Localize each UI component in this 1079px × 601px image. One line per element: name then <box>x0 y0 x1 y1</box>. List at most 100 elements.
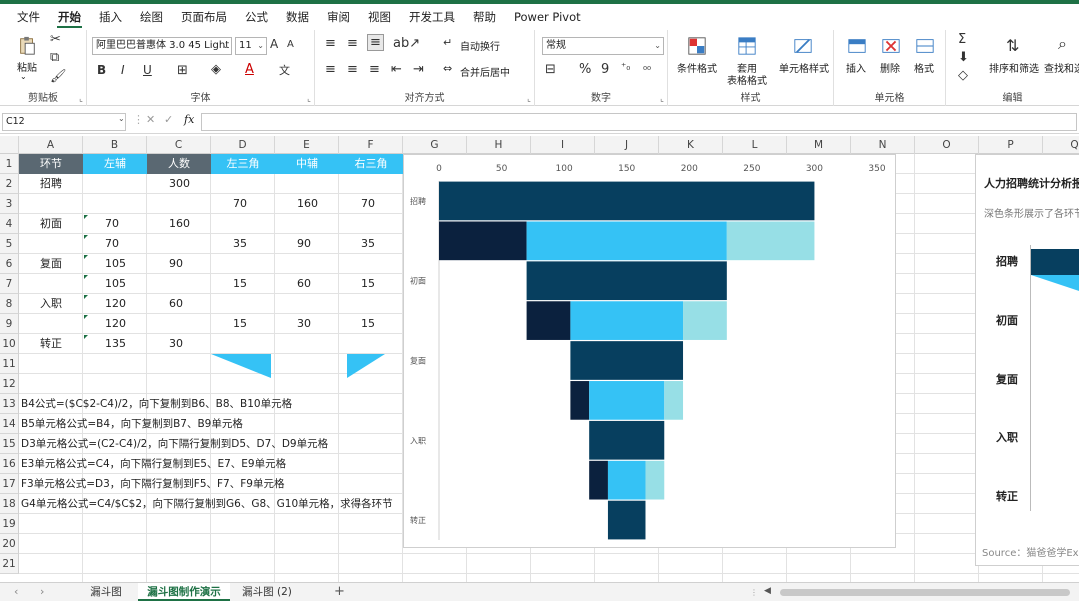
increase-decimal-icon[interactable]: ⁺₀ <box>621 62 630 73</box>
clear-icon[interactable]: ◇ <box>958 68 968 83</box>
table-cell[interactable]: 35 <box>233 234 247 254</box>
sheet-tab-funnel-2[interactable]: 漏斗图 (2) <box>236 583 298 601</box>
formula-input[interactable] <box>201 113 1077 131</box>
menu-item-6[interactable]: 数据 <box>277 6 318 28</box>
sheet-tab-funnel[interactable]: 漏斗图 <box>80 583 132 601</box>
delete-cells-button[interactable]: 删除 <box>874 60 906 75</box>
table-cell[interactable]: 复面 <box>19 254 83 274</box>
autosum-icon[interactable]: Σ <box>958 32 966 47</box>
column-header-l[interactable]: L <box>723 136 787 154</box>
table-cell[interactable]: 120 <box>105 294 126 314</box>
funnel-bar-2-segment-0[interactable] <box>526 261 727 301</box>
clipboard-launcher-icon[interactable]: ⌞ <box>79 94 83 103</box>
row-header-8[interactable]: 8 <box>0 294 19 314</box>
row-header-9[interactable]: 9 <box>0 314 19 334</box>
menu-item-1[interactable]: 开始 <box>49 6 90 28</box>
align-top-icon[interactable]: ≡ <box>325 36 336 51</box>
table-cell[interactable]: 300 <box>169 174 190 194</box>
chevron-down-icon[interactable]: ⌄ <box>118 114 125 123</box>
table-cell[interactable]: 70 <box>105 234 119 254</box>
formula-note[interactable]: F3单元格公式=D3，向下隔行复制到F5、F7、F9单元格 <box>21 474 284 494</box>
row-header-10[interactable]: 10 <box>0 334 19 354</box>
table-cell[interactable]: 70 <box>361 194 375 214</box>
table-cell[interactable]: 60 <box>169 294 183 314</box>
right-triangle-shape[interactable] <box>347 354 387 380</box>
column-header-e[interactable]: E <box>275 136 339 154</box>
table-cell[interactable]: 90 <box>169 254 183 274</box>
delete-cells-icon[interactable] <box>880 36 902 56</box>
column-header-o[interactable]: O <box>915 136 979 154</box>
paste-button[interactable]: 粘贴 <box>12 59 42 74</box>
funnel-bar-3-segment-0[interactable] <box>526 301 571 340</box>
copy-icon[interactable]: ⧉ <box>50 50 59 65</box>
wrap-text-button[interactable]: 自动换行 <box>460 38 500 53</box>
table-cell[interactable]: 招聘 <box>19 174 83 194</box>
row-header-2[interactable]: 2 <box>0 174 19 194</box>
menu-item-2[interactable]: 插入 <box>90 6 131 28</box>
decrease-decimal-icon[interactable]: ₀₀ <box>643 62 651 73</box>
align-bottom-icon[interactable]: ≡ <box>367 34 384 51</box>
menu-item-7[interactable]: 审阅 <box>318 6 359 28</box>
row-header-1[interactable]: 1 <box>0 154 19 174</box>
funnel-bar-7-segment-1[interactable] <box>607 460 646 500</box>
font-launcher-icon[interactable]: ⌞ <box>307 94 311 103</box>
fill-icon[interactable]: ⬇ <box>958 50 969 65</box>
funnel-bar-1-segment-0[interactable] <box>439 221 527 261</box>
insert-cells-icon[interactable] <box>846 36 868 56</box>
menu-item-4[interactable]: 页面布局 <box>172 6 236 28</box>
table-cell[interactable]: 转正 <box>19 334 83 354</box>
table-cell[interactable]: 160 <box>169 214 190 234</box>
table-cell[interactable]: 入职 <box>19 294 83 314</box>
increase-indent-icon[interactable]: ⇥ <box>413 62 424 77</box>
funnel-bar-1-segment-1[interactable] <box>526 221 727 261</box>
funnel-chart-final[interactable]: 人力招聘统计分析报 深色条形展示了各环节 招聘 初面 复面 入职 转正 Sour… <box>975 154 1079 566</box>
column-header-j[interactable]: J <box>595 136 659 154</box>
table-cell[interactable]: 35 <box>361 234 375 254</box>
column-header-c[interactable]: C <box>147 136 211 154</box>
search-icon[interactable]: ⌕ <box>1058 34 1067 54</box>
funnel-bar-3-segment-1[interactable] <box>570 301 684 340</box>
insert-cells-button[interactable]: 插入 <box>840 60 872 75</box>
row-header-15[interactable]: 15 <box>0 434 19 454</box>
menu-item-11[interactable]: Power Pivot <box>505 6 590 28</box>
cut-icon[interactable]: ✂ <box>50 32 61 47</box>
table-cell[interactable]: 15 <box>233 314 247 334</box>
border-icon[interactable]: ⊞ <box>177 63 188 78</box>
column-header-f[interactable]: F <box>339 136 403 154</box>
number-format-select[interactable]: 常规 ⌄ <box>542 37 664 55</box>
orientation-icon[interactable]: ab↗ <box>393 36 420 51</box>
scroll-left-icon[interactable]: ◀ <box>764 586 771 596</box>
table-cell[interactable]: 30 <box>297 314 311 334</box>
header-cell-right-triangle[interactable]: 右三角 <box>339 154 403 174</box>
table-cell[interactable]: 15 <box>361 314 375 334</box>
row-header-7[interactable]: 7 <box>0 274 19 294</box>
table-cell[interactable]: 15 <box>233 274 247 294</box>
decrease-indent-icon[interactable]: ⇤ <box>391 62 402 77</box>
funnel-bar-7-segment-2[interactable] <box>645 460 665 500</box>
format-as-table-line2[interactable]: 表格格式 <box>722 72 772 87</box>
menu-item-8[interactable]: 视图 <box>359 6 400 28</box>
table-cell[interactable]: 160 <box>297 194 318 214</box>
row-header-3[interactable]: 3 <box>0 194 19 214</box>
percent-button[interactable]: % <box>579 62 591 77</box>
menu-item-0[interactable]: 文件 <box>8 6 49 28</box>
row-header-17[interactable]: 17 <box>0 474 19 494</box>
font-name-select[interactable]: 阿里巴巴普惠体 3.0 45 Light ⌄ <box>92 37 232 55</box>
sheet-tab-funnel-demo[interactable]: 漏斗图制作演示 <box>138 583 230 601</box>
wrap-text-icon[interactable]: ↵ <box>443 36 452 49</box>
formula-note[interactable]: B4公式=($C$2-C4)/2，向下复制到B6、B8、B10单元格 <box>21 394 292 414</box>
cell-styles-button[interactable]: 单元格样式 <box>776 60 832 75</box>
header-cell-stage[interactable]: 环节 <box>19 154 83 174</box>
sort-filter-icon[interactable]: ⇅ <box>1006 36 1019 55</box>
merge-center-icon[interactable]: ⇔ <box>443 62 452 75</box>
shrink-font-button[interactable]: A <box>287 39 294 50</box>
sort-filter-button[interactable]: 排序和筛选 <box>986 60 1042 75</box>
row-header-4[interactable]: 4 <box>0 214 19 234</box>
column-header-b[interactable]: B <box>83 136 147 154</box>
formula-note[interactable]: D3单元格公式=(C2-C4)/2，向下隔行复制到D5、D7、D9单元格 <box>21 434 328 454</box>
funnel-bar-5-segment-1[interactable] <box>589 381 665 420</box>
merge-center-button[interactable]: 合并后居中 <box>460 64 510 79</box>
table-cell[interactable]: 70 <box>105 214 119 234</box>
formula-note[interactable]: B5单元格公式=B4，向下复制到B7、B9单元格 <box>21 414 243 434</box>
paste-dropdown-icon[interactable]: ⌄ <box>20 72 27 81</box>
